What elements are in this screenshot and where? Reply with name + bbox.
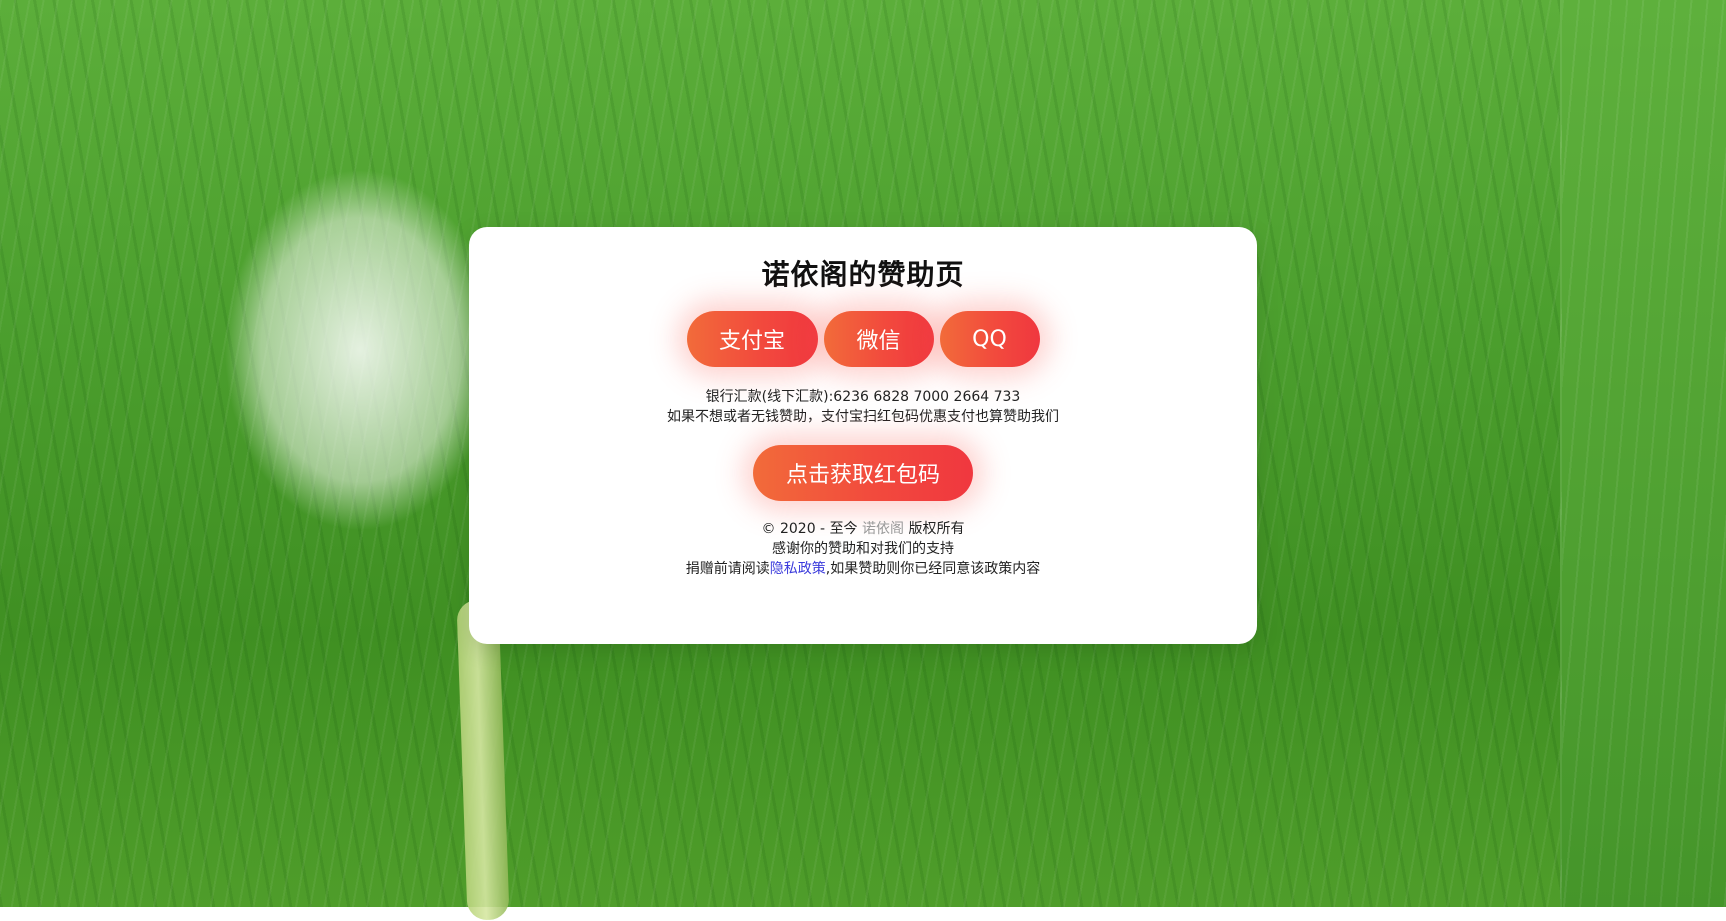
policy-line: 捐赠前请阅读隐私政策,如果赞助则你已经同意该政策内容: [469, 559, 1257, 579]
privacy-policy-link[interactable]: 隐私政策: [770, 561, 826, 577]
footer: © 2020 - 至今 诺依阁 版权所有 感谢你的赞助和对我们的支持 捐赠前请阅…: [469, 519, 1257, 579]
brand-name: 诺依阁: [862, 521, 905, 537]
red-packet-hint-text: 如果不想或者无钱赞助，支付宝扫红包码优惠支付也算赞助我们: [667, 409, 1059, 425]
copyright-line: © 2020 - 至今 诺依阁 版权所有: [469, 519, 1257, 539]
copyright-prefix: © 2020 - 至今: [761, 521, 858, 537]
get-red-packet-button[interactable]: 点击获取红包码: [753, 445, 973, 501]
background-strip: [1560, 0, 1726, 907]
wechat-button[interactable]: 微信: [823, 311, 934, 367]
cta-wrap: 点击获取红包码: [469, 445, 1257, 501]
policy-prefix: 捐赠前请阅读: [685, 561, 770, 577]
alipay-button[interactable]: 支付宝: [686, 311, 818, 367]
copyright-suffix: 版权所有: [908, 521, 965, 537]
thanks-text: 感谢你的赞助和对我们的支持: [772, 541, 954, 557]
qq-button[interactable]: QQ: [939, 311, 1040, 367]
payment-buttons: 支付宝 微信 QQ: [469, 311, 1257, 367]
payment-info: 银行汇款(线下汇款):6236 6828 7000 2664 733 如果不想或…: [469, 387, 1257, 427]
bank-transfer-text: 银行汇款(线下汇款):6236 6828 7000 2664 733: [705, 389, 1021, 405]
page-title: 诺依阁的赞助页: [761, 258, 965, 291]
sponsor-card: 诺依阁的赞助页 支付宝 微信 QQ 银行汇款(线下汇款):6236 6828 7…: [469, 227, 1257, 644]
policy-suffix: ,如果赞助则你已经同意该政策内容: [825, 561, 1041, 577]
